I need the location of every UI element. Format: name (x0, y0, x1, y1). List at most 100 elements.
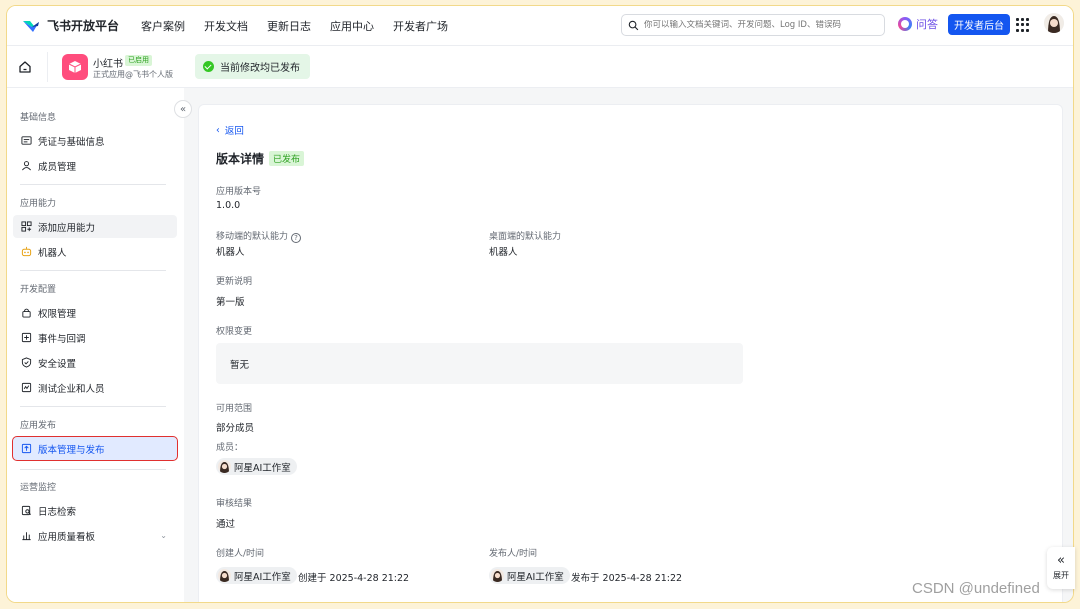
avatar-portrait-icon (220, 571, 229, 582)
sidebar-item-log-search[interactable]: 日志检索 (13, 499, 177, 522)
member-chip: 阿星AI工作室 (216, 458, 297, 475)
sidebar-item-test-orgs[interactable]: 测试企业和人员 (13, 376, 177, 399)
sidebar-item-label: 机器人 (38, 247, 67, 259)
divider (20, 184, 166, 185)
version-value: 1.0.0 (216, 200, 241, 211)
avatar (218, 460, 231, 473)
ask-button[interactable]: 问答 (898, 16, 938, 32)
sidebar-item-version-release[interactable]: 版本管理与发布 (12, 436, 178, 461)
double-chevron-left-icon: « (1057, 553, 1065, 568)
app-subtitle: 正式应用@飞书个人版 (93, 70, 173, 79)
sidebar-item-events[interactable]: 事件与回调 (13, 326, 177, 349)
test-icon (21, 382, 32, 393)
search-input[interactable] (644, 20, 874, 30)
sidebar-item-bot[interactable]: 机器人 (13, 240, 177, 263)
avatar-portrait-icon (1044, 13, 1064, 33)
creator-time: 创建于 2025-4-28 21:22 (298, 573, 410, 584)
sidebar-section-capabilities: 应用能力 (20, 199, 57, 209)
app-window: 飞书开放平台 客户案例 开发文档 更新日志 应用中心 开发者广场 问答 开发者后… (6, 5, 1074, 603)
grid-plus-icon (21, 221, 32, 232)
log-search-icon (21, 505, 31, 516)
publisher-name: 阿星AI工作室 (507, 571, 564, 583)
app-header-bar: 小红书 已启用 正式应用@飞书个人版 当前修改均已发布 (7, 46, 1073, 88)
user-avatar[interactable] (1044, 13, 1064, 33)
publisher-time: 发布于 2025-4-28 21:22 (571, 573, 683, 584)
avatar-portrait-icon (220, 462, 229, 473)
home-icon[interactable] (17, 59, 33, 75)
sidebar-item-label: 测试企业和人员 (38, 383, 105, 395)
page-title: 版本详情 (216, 152, 265, 166)
members-label: 成员： (216, 443, 244, 453)
expand-label: 展开 (1053, 571, 1069, 580)
avatar (491, 569, 504, 582)
desktop-capability-label: 桌面端的默认能力 (489, 232, 562, 242)
sidebar-item-permissions[interactable]: 权限管理 (13, 301, 177, 324)
publisher-chip: 阿星AI工作室 (489, 567, 570, 584)
developer-console-button[interactable]: 开发者后台 (948, 14, 1010, 35)
ask-label: 问答 (916, 18, 938, 31)
sidebar-item-add-capability[interactable]: 添加应用能力 (13, 215, 177, 238)
sidebar-item-credentials[interactable]: 凭证与基础信息 (13, 129, 177, 152)
help-icon[interactable]: ? (291, 233, 302, 243)
publish-status-banner: 当前修改均已发布 (195, 54, 310, 79)
top-nav-links: 客户案例 开发文档 更新日志 应用中心 开发者广场 (141, 18, 448, 34)
sidebar-item-quality-board[interactable]: 应用质量看板 ⌄ (13, 524, 177, 547)
nav-link-changelog[interactable]: 更新日志 (267, 18, 311, 34)
back-link[interactable]: ‹ 返回 (216, 123, 244, 138)
sidebar-item-label: 应用质量看板 (38, 531, 96, 543)
sidebar-item-label: 版本管理与发布 (38, 444, 105, 456)
sidebar: 基础信息 凭证与基础信息 成员管理 应用能力 添加应用能力 机器人 开发配置 权… (7, 88, 184, 602)
divider (20, 406, 166, 407)
expand-panel-button[interactable]: « 展开 (1047, 547, 1075, 589)
back-label: 返回 (224, 126, 244, 137)
nav-link-docs[interactable]: 开发文档 (204, 18, 248, 34)
member-name: 阿星AI工作室 (234, 462, 291, 474)
nav-link-dev-square[interactable]: 开发者广场 (393, 18, 448, 34)
shield-icon (21, 357, 32, 368)
nav-link-cases[interactable]: 客户案例 (141, 18, 185, 34)
sidebar-item-security[interactable]: 安全设置 (13, 351, 177, 374)
collapse-sidebar-button[interactable]: « (174, 100, 192, 118)
sidebar-item-label: 凭证与基础信息 (38, 136, 105, 148)
sidebar-item-label: 成员管理 (38, 161, 77, 173)
search-box[interactable] (621, 14, 885, 36)
sidebar-item-label: 安全设置 (38, 358, 77, 370)
permission-change-box: 暂无 (216, 343, 743, 384)
version-detail-card: ‹ 返回 版本详情 已发布 应用版本号 1.0.0 移动端的默认能力? 机器人 … (198, 104, 1063, 602)
brand-logo[interactable]: 飞书开放平台 (21, 17, 119, 34)
brand-name: 飞书开放平台 (47, 19, 120, 33)
scope-value: 部分成员 (216, 423, 255, 434)
app-icon (62, 54, 88, 80)
divider (47, 52, 48, 82)
publisher-label: 发布人/时间 (489, 549, 538, 559)
release-notes-value: 第一版 (216, 297, 245, 308)
search-icon (628, 20, 639, 30)
sidebar-item-label: 添加应用能力 (38, 222, 96, 234)
creator-name: 阿星AI工作室 (234, 571, 291, 583)
sidebar-section-release: 应用发布 (20, 421, 57, 431)
avatar-portrait-icon (493, 571, 502, 582)
permission-change-value: 暂无 (230, 359, 250, 371)
version-label: 应用版本号 (216, 187, 262, 197)
sidebar-section-dev-config: 开发配置 (20, 285, 57, 295)
mobile-capability-value: 机器人 (216, 247, 245, 258)
mobile-capability-label: 移动端的默认能力? (216, 229, 302, 243)
chevron-down-icon: ⌄ (160, 531, 167, 540)
release-notes-label: 更新说明 (216, 277, 253, 287)
sidebar-item-members[interactable]: 成员管理 (13, 154, 177, 177)
card-icon (21, 136, 32, 145)
sidebar-section-basic: 基础信息 (20, 113, 57, 123)
feishu-logo-icon (23, 20, 39, 32)
avatar (218, 569, 231, 582)
robot-icon (21, 246, 32, 257)
check-circle-icon (203, 61, 214, 72)
review-value: 通过 (216, 519, 236, 530)
nav-link-app-center[interactable]: 应用中心 (330, 18, 374, 34)
app-name: 小红书 (93, 59, 123, 70)
scope-label: 可用范围 (216, 404, 253, 414)
watermark: CSDN @undefined (912, 580, 1040, 597)
double-chevron-left-icon: « (179, 103, 187, 115)
upload-icon (21, 443, 32, 454)
apps-grid-icon[interactable] (1016, 18, 1030, 32)
user-icon (22, 161, 31, 171)
